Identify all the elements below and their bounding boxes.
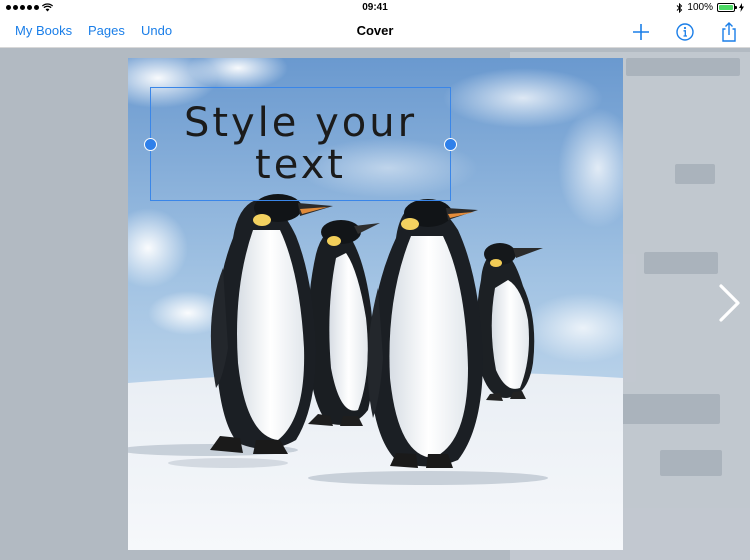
selected-text-box[interactable]: Style your text — [150, 87, 451, 201]
share-icon[interactable] — [718, 21, 740, 43]
undo-button[interactable]: Undo — [141, 23, 172, 38]
battery-percent: 100% — [687, 2, 713, 13]
nav-bar: My Books Pages Undo Cover — [0, 16, 750, 48]
status-bar: 09:41 100% — [0, 0, 750, 16]
my-books-button[interactable]: My Books — [15, 23, 72, 38]
pages-button[interactable]: Pages — [88, 23, 125, 38]
battery-fill — [719, 5, 733, 10]
left-resize-handle[interactable] — [144, 138, 157, 151]
info-icon[interactable] — [674, 21, 696, 43]
bluetooth-icon — [677, 2, 683, 13]
charging-icon — [739, 3, 744, 12]
status-time: 09:41 — [362, 2, 388, 13]
text-line-2[interactable]: text — [255, 144, 346, 186]
status-right: 100% — [676, 2, 744, 13]
right-resize-handle[interactable] — [444, 138, 457, 151]
plus-icon[interactable] — [630, 21, 652, 43]
text-line-1[interactable]: Style your — [184, 102, 417, 144]
chevron-right-icon[interactable] — [712, 280, 746, 326]
battery-icon — [717, 3, 737, 12]
